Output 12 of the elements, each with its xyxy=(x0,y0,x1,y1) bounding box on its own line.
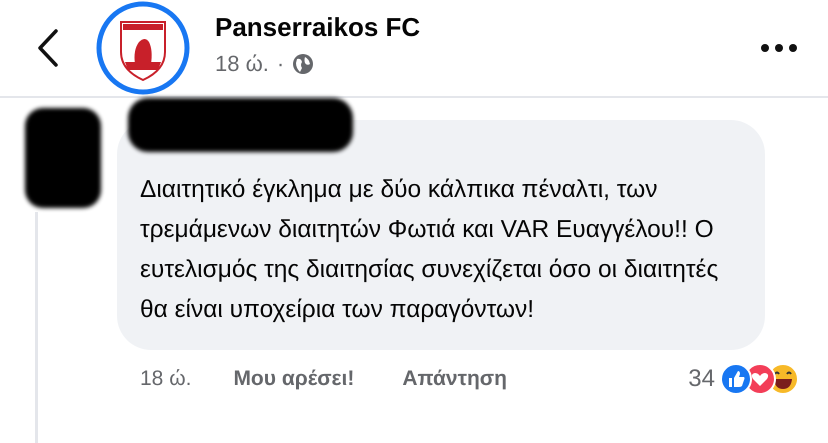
comment-time: 18 ώ. xyxy=(140,367,192,391)
like-link[interactable]: Μου αρέσει! xyxy=(233,367,354,391)
post-time: 18 ώ. xyxy=(215,50,269,76)
comment-text: Διαιτητικό έγκλημα με δύο κάλπικα πέναλτι, των τρεμάμενων διαιτητών Φωτιά και VAR Ευαγγέλου!! Ο ευτελισμός της διαιτησίας συνεχίζεται όσο οι διαιτητές θα είναι υποχείρια των παραγόντων! xyxy=(140,175,720,325)
separator-dot: · xyxy=(276,50,284,76)
reaction-count: 34 xyxy=(688,365,715,393)
club-logo-icon xyxy=(95,0,191,96)
page-title[interactable]: Panserraikos FC xyxy=(215,12,760,42)
more-options-icon[interactable] xyxy=(760,43,798,53)
reply-link[interactable]: Απάντηση xyxy=(402,367,508,391)
back-icon[interactable] xyxy=(37,29,59,67)
globe-icon xyxy=(292,52,314,74)
